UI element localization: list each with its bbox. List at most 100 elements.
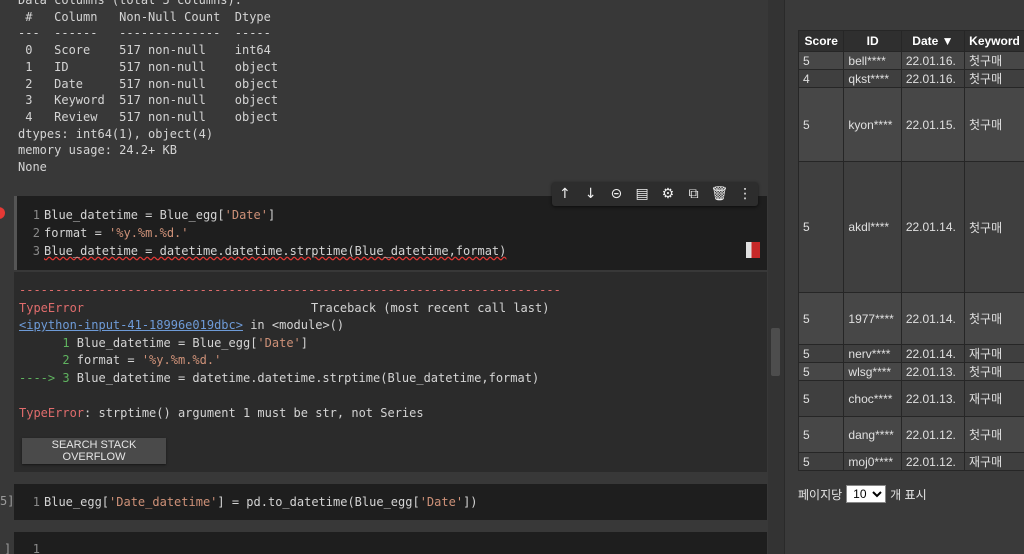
- cell-score: 5: [797, 344, 845, 363]
- move-up-icon[interactable]: ↑: [554, 182, 576, 206]
- cell-id: wlsg****: [843, 362, 902, 381]
- delete-icon[interactable]: 🗑: [708, 182, 730, 206]
- cell-date: 22.01.12.: [900, 452, 966, 471]
- info-line: 1 ID 517 non-null object: [18, 59, 279, 74]
- cell-date: 22.01.15.: [900, 87, 966, 162]
- error-separator: ----------------------------------------…: [19, 283, 561, 297]
- code-cell-next[interactable]: ] 1: [4, 532, 767, 554]
- table-row[interactable]: 4 qkst**** 22.01.16. 첫구매: [797, 69, 1024, 88]
- table-row[interactable]: 5 akdl**** 22.01.14. 첫구매: [797, 161, 1024, 293]
- cell-keyword: 첫구매: [964, 161, 1024, 293]
- cell-keyword: 첫구매: [964, 69, 1024, 88]
- rows-per-page-select[interactable]: 10: [846, 485, 887, 503]
- traceback-location: <ipython-input-41-18996e019dbc> in <modu…: [19, 318, 345, 333]
- search-stack-overflow-button[interactable]: SEARCH STACK OVERFLOW: [22, 438, 166, 464]
- rows-per-page-suffix: 개 표시: [890, 487, 927, 502]
- traceback-line: 1 Blue_datetime = Blue_egg['Date']: [19, 335, 309, 350]
- flag-icon: [746, 242, 760, 258]
- column-header-date[interactable]: Date ▼: [900, 30, 966, 52]
- cell-score: 5: [797, 452, 845, 471]
- cell-keyword: 첫구매: [964, 87, 1024, 162]
- info-line: 0 Score 517 non-null int64: [18, 43, 279, 58]
- cell-toolbar: ↑ ↓ ⊝ ▤ ⚙ ⧉ 🗑 ⋮: [552, 182, 758, 206]
- cell-score: 5: [797, 362, 845, 381]
- code-editor[interactable]: 1 Blue_egg['Date_datetime'] = pd.to_datet…: [26, 493, 478, 511]
- code-line: 2 format = '%y.%m.%d.': [32, 226, 189, 240]
- cell-keyword: 재구매: [964, 380, 1024, 417]
- info-line: None: [18, 160, 47, 175]
- input-link[interactable]: <ipython-input-41-18996e019dbc>: [19, 318, 243, 332]
- rows-per-page-label: 페이지당: [798, 487, 843, 502]
- cell-keyword: 첫구매: [964, 292, 1024, 345]
- table-row[interactable]: 5 kyon**** 22.01.15. 첫구매: [797, 87, 1024, 162]
- info-line: memory usage: 24.2+ KB: [18, 143, 177, 158]
- code-line: 1: [32, 542, 40, 554]
- settings-icon[interactable]: ⚙: [657, 182, 679, 206]
- cell-date: 22.01.16.: [900, 69, 966, 88]
- cell-score: 5: [797, 380, 845, 417]
- cell-id: 1977****: [843, 292, 902, 345]
- data-table-panel: Score ID Date ▼ Keyword 5 bell**** 22.01…: [784, 0, 1024, 554]
- table-header-row: Score ID Date ▼ Keyword: [797, 30, 1024, 52]
- info-line: 4 Review 517 non-null object: [18, 109, 279, 124]
- mirror-cell-icon[interactable]: ⧉: [683, 182, 705, 206]
- table-row[interactable]: 5 moj0**** 22.01.12. 재구매: [797, 452, 1024, 471]
- info-line: 2 Date 517 non-null object: [18, 76, 279, 91]
- pagination-controls: 페이지당 10 개 표시: [798, 485, 927, 503]
- cell-score: 5: [797, 51, 845, 70]
- table-row[interactable]: 5 1977**** 22.01.14. 첫구매: [797, 292, 1024, 345]
- cell-id: nerv****: [843, 344, 902, 363]
- info-line: dtypes: int64(1), object(4): [18, 126, 214, 141]
- cell-score: 5: [797, 292, 845, 345]
- cell-id: bell****: [843, 51, 902, 70]
- cell-date: 22.01.14.: [900, 292, 966, 345]
- cell-gutter: [14, 196, 17, 270]
- cell-keyword: 재구매: [964, 452, 1024, 471]
- info-line: # Column Non-Null Count Dtype: [18, 9, 279, 24]
- cell-score: 5: [797, 87, 845, 162]
- comment-icon[interactable]: ▤: [631, 182, 653, 206]
- table-row[interactable]: 5 nerv**** 22.01.14. 재구매: [797, 344, 1024, 363]
- cell-prompt: ]: [4, 542, 12, 554]
- code-line: 1 Blue_egg['Date_datetime'] = pd.to_datet…: [32, 495, 478, 509]
- traceback-header: TypeError Traceback (most recent call las…: [19, 300, 550, 315]
- cell-keyword: 첫구매: [964, 416, 1024, 453]
- info-line: --- ------ -------------- -----: [18, 26, 279, 41]
- panel-header: [785, 0, 1024, 28]
- code-editor[interactable]: 1 Blue_datetime = Blue_egg['Date'] 2 forma…: [26, 206, 507, 260]
- scrollbar[interactable]: [768, 0, 784, 554]
- move-down-icon[interactable]: ↓: [580, 182, 602, 206]
- cell-date: 22.01.13.: [900, 380, 966, 417]
- cell-score: 5: [797, 161, 845, 293]
- cell-score: 5: [797, 416, 845, 453]
- cell-id: qkst****: [843, 69, 902, 88]
- code-cell-strptime[interactable]: 1 Blue_datetime = Blue_egg['Date'] 2 forma…: [14, 196, 767, 270]
- more-options-icon[interactable]: ⋮: [734, 182, 756, 206]
- table-row[interactable]: 5 choc**** 22.01.13. 재구매: [797, 380, 1024, 417]
- table-row[interactable]: 5 wlsg**** 22.01.13. 첫구매: [797, 362, 1024, 381]
- cell-id: dang****: [843, 416, 902, 453]
- table-row[interactable]: 5 dang**** 22.01.12. 첫구매: [797, 416, 1024, 453]
- cell-date: 22.01.14.: [900, 344, 966, 363]
- cell-id: akdl****: [843, 161, 902, 293]
- cell-id: moj0****: [843, 452, 902, 471]
- traceback-line: 2 format = '%y.%m.%d.': [19, 353, 222, 368]
- link-icon[interactable]: ⊝: [605, 182, 627, 206]
- column-header-score[interactable]: Score: [797, 30, 845, 52]
- table-row[interactable]: 5 bell**** 22.01.16. 첫구매: [797, 51, 1024, 70]
- code-editor[interactable]: 1: [26, 540, 44, 554]
- cell-date: 22.01.16.: [900, 51, 966, 70]
- error-indicator-icon[interactable]: [0, 207, 5, 219]
- scrollbar-thumb[interactable]: [771, 328, 780, 376]
- column-header-keyword[interactable]: Keyword: [964, 30, 1024, 52]
- column-header-id[interactable]: ID: [843, 30, 902, 52]
- cell-date: 22.01.14.: [900, 161, 966, 293]
- cell-id: kyon****: [843, 87, 902, 162]
- cell-score: 4: [797, 69, 845, 88]
- code-line: 3 Blue_datetime = datetime.datetime.strpt…: [32, 244, 507, 258]
- cell-prompt: 5]: [0, 494, 15, 508]
- data-table: Score ID Date ▼ Keyword 5 bell**** 22.01…: [797, 30, 1024, 471]
- code-cell-to-datetime[interactable]: 5] 1 Blue_egg['Date_datetime'] = pd.to_da…: [0, 484, 767, 520]
- cell-keyword: 재구매: [964, 344, 1024, 363]
- cell-keyword: 첫구매: [964, 362, 1024, 381]
